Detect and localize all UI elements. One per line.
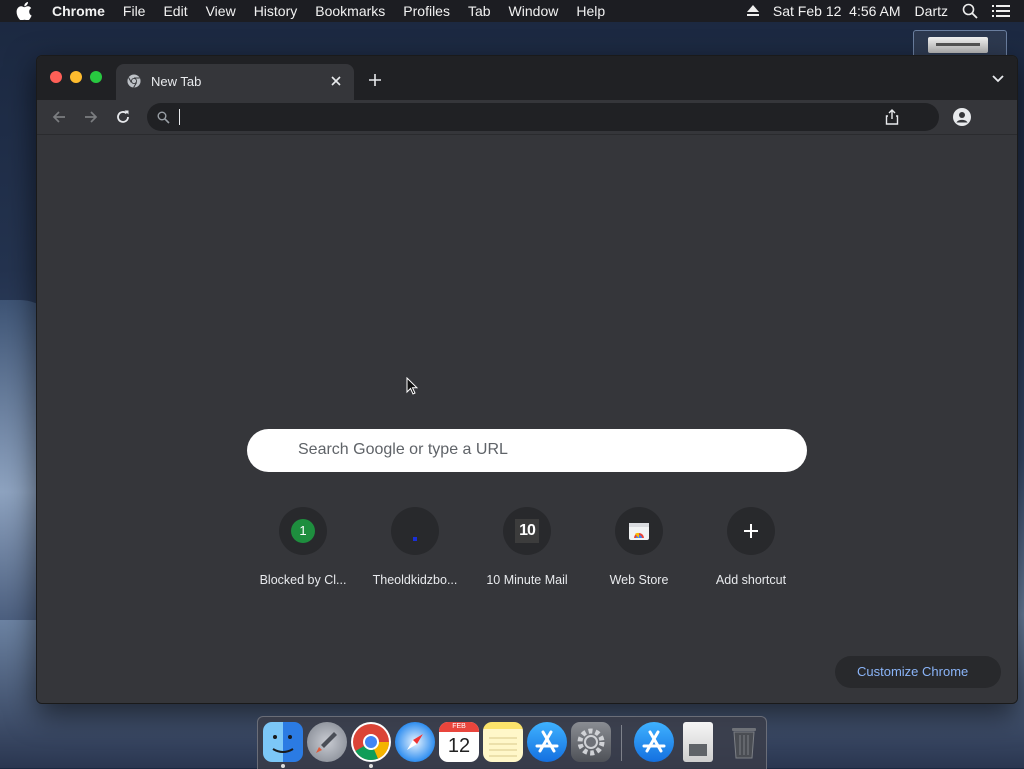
menu-app-name[interactable]: Chrome — [52, 3, 105, 19]
shortcut-label: 10 Minute Mail — [486, 573, 568, 587]
eject-icon[interactable] — [746, 5, 759, 17]
shortcut-icon-circle: 1 — [279, 507, 327, 555]
shortcut-tile[interactable]: Web Store — [583, 507, 695, 587]
browser-toolbar — [37, 100, 1017, 135]
calendar-month: FEB — [439, 722, 479, 732]
new-tab-plus-icon[interactable] — [367, 72, 383, 88]
shortcut-label: Add shortcut — [715, 573, 787, 587]
shortcut-icon-circle: 10 — [503, 507, 551, 555]
shortcut-tile[interactable]: 10 10 Minute Mail — [471, 507, 583, 587]
close-tab-icon[interactable] — [328, 73, 344, 89]
ntp-search-box[interactable]: Search Google or type a URL — [247, 429, 807, 472]
customize-chrome-label: Customize Chrome — [857, 664, 969, 679]
menu-view[interactable]: View — [206, 3, 236, 19]
user-name[interactable]: Dartz — [915, 3, 948, 19]
running-indicator — [281, 764, 285, 768]
blue-dot-favicon — [413, 537, 417, 541]
tab-strip: New Tab — [37, 56, 1017, 100]
launchpad-rocket-icon[interactable] — [307, 722, 347, 762]
search-icon — [157, 111, 170, 124]
menu-edit[interactable]: Edit — [163, 3, 187, 19]
menu-bar: Chrome File Edit View History Bookmarks … — [0, 0, 1024, 22]
dock: FEB 12 — [257, 716, 767, 769]
web-store-icon — [629, 523, 649, 540]
ten-favicon: 10 — [515, 519, 539, 543]
spotlight-search-icon[interactable] — [962, 3, 978, 19]
add-shortcut-tile[interactable]: Add shortcut — [695, 507, 807, 587]
disk-drive-icon[interactable] — [913, 30, 1007, 58]
shortcut-icon-circle — [391, 507, 439, 555]
customize-chrome-button[interactable]: Customize Chrome — [835, 656, 1001, 688]
text-caret — [179, 109, 180, 125]
clock[interactable]: Sat Feb 12 4:56 AM — [773, 3, 901, 19]
menu-profiles[interactable]: Profiles — [403, 3, 450, 19]
menu-history[interactable]: History — [254, 3, 298, 19]
calendar-day: 12 — [447, 735, 471, 757]
green-badge-1-icon: 1 — [291, 519, 315, 543]
fullscreen-window-button[interactable] — [90, 71, 102, 83]
safari-compass-icon[interactable] — [395, 722, 435, 762]
back-arrow-icon[interactable] — [50, 108, 68, 126]
mouse-pointer-icon — [406, 377, 418, 395]
document-stack-icon[interactable] — [683, 722, 713, 762]
finder-icon[interactable] — [263, 722, 303, 762]
app-store-downloads-icon[interactable] — [634, 722, 674, 762]
shortcut-tiles: 1 Blocked by Cl... Theoldkidzbo... 10 10… — [247, 507, 807, 587]
menu-tab[interactable]: Tab — [468, 3, 491, 19]
apple-menu-icon[interactable] — [16, 2, 34, 21]
menu-bookmarks[interactable]: Bookmarks — [315, 3, 385, 19]
chrome-favicon-icon — [127, 74, 141, 88]
profile-avatar-icon[interactable] — [953, 108, 971, 126]
new-tab-page: Search Google or type a URL 1 Blocked by… — [37, 135, 1017, 703]
tab-new-tab[interactable]: New Tab — [116, 64, 354, 100]
share-icon[interactable] — [885, 109, 899, 125]
menu-extras: Sat Feb 12 4:56 AM Dartz — [746, 0, 1010, 22]
notification-center-icon[interactable] — [992, 4, 1010, 18]
tab-search-chevron-icon[interactable] — [991, 74, 1005, 84]
running-indicator — [369, 764, 373, 768]
address-bar[interactable] — [147, 103, 939, 131]
tab-title: New Tab — [151, 74, 202, 89]
shortcut-label: Blocked by Cl... — [259, 573, 347, 587]
shortcut-icon-circle — [615, 507, 663, 555]
shortcut-tile[interactable]: Theoldkidzbo... — [359, 507, 471, 587]
menu-window[interactable]: Window — [509, 3, 559, 19]
notes-icon[interactable] — [483, 722, 523, 762]
shortcut-icon-circle — [727, 507, 775, 555]
forward-arrow-icon[interactable] — [82, 108, 100, 126]
close-window-button[interactable] — [50, 71, 62, 83]
system-preferences-gear-icon[interactable] — [571, 722, 611, 762]
plus-icon — [744, 524, 758, 538]
trash-icon[interactable] — [724, 722, 764, 762]
shortcut-tile[interactable]: 1 Blocked by Cl... — [247, 507, 359, 587]
ntp-search-placeholder: Search Google or type a URL — [298, 441, 508, 458]
menu-file[interactable]: File — [123, 3, 146, 19]
minimize-window-button[interactable] — [70, 71, 82, 83]
chrome-app-icon[interactable] — [351, 722, 391, 762]
chrome-window: New Tab Search Google or type a URL 1 Bl… — [36, 55, 1018, 704]
dock-separator — [621, 725, 622, 761]
reload-icon[interactable] — [114, 108, 132, 126]
menu-help[interactable]: Help — [576, 3, 605, 19]
shortcut-label: Web Store — [609, 573, 669, 587]
calendar-icon[interactable]: FEB 12 — [439, 722, 479, 762]
app-store-icon[interactable] — [527, 722, 567, 762]
shortcut-label: Theoldkidzbo... — [372, 573, 458, 587]
